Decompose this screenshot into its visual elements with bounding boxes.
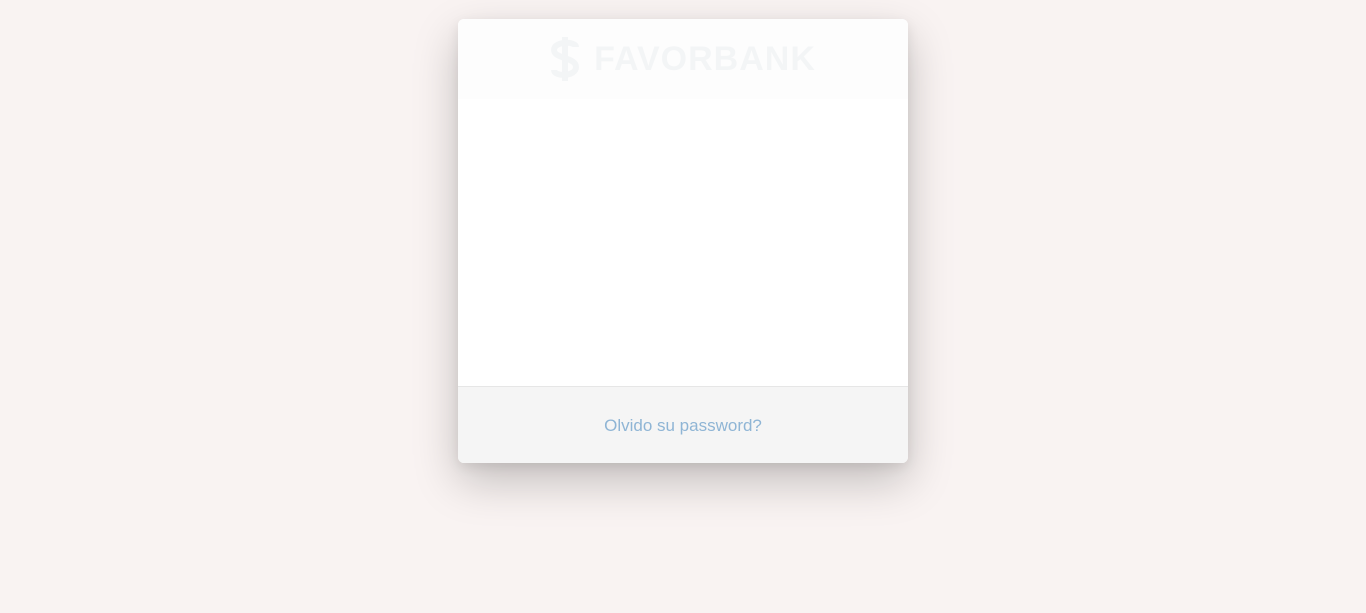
login-form-area (458, 99, 908, 386)
login-header: FAVORBANK (458, 19, 908, 99)
login-card: FAVORBANK Olvido su password? (458, 19, 908, 463)
login-footer: Olvido su password? (458, 386, 908, 463)
brand-logo: FAVORBANK (550, 37, 816, 81)
forgot-password-link[interactable]: Olvido su password? (604, 416, 762, 436)
brand-name: FAVORBANK (594, 39, 816, 78)
dollar-icon (551, 37, 580, 81)
